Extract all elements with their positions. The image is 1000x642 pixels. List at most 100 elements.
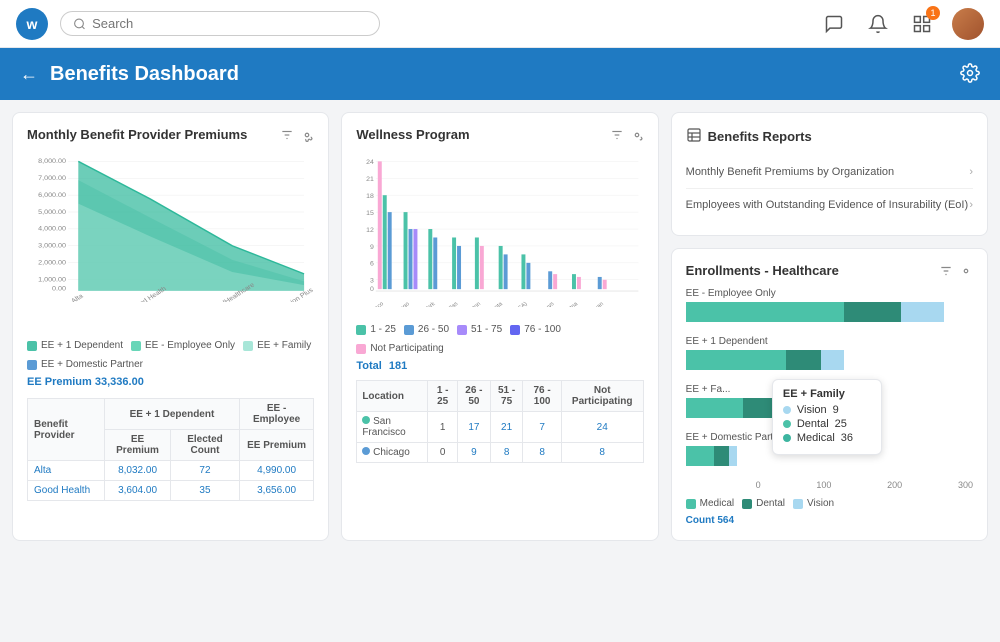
enroll-bar-ee-only: [686, 302, 973, 322]
benefits-reports-card: Benefits Reports Monthly Benefit Premium…: [671, 112, 988, 236]
legend-1-25: 1 - 25: [356, 324, 396, 335]
count-label: Count: [686, 515, 715, 526]
col-1-25: 1 - 25: [428, 381, 458, 412]
enroll-bar-ee1dep: [686, 350, 973, 370]
legend-26-50: 26 - 50: [404, 324, 449, 335]
col-elected: Elected Count: [171, 430, 240, 461]
svg-text:15: 15: [366, 210, 374, 217]
svg-text:Benuys: Benuys: [537, 301, 556, 307]
settings-chart-icon[interactable]: [300, 128, 314, 142]
table-row: Good Health 3,604.00 35 3,656.00: [28, 481, 314, 501]
filter-icon-enroll[interactable]: [939, 264, 953, 278]
reports-list: Monthly Benefit Premiums by Organization…: [686, 156, 973, 221]
tooltip-title: EE + Family: [783, 388, 871, 400]
legend-label-26-50: 26 - 50: [418, 324, 449, 335]
search-input[interactable]: [92, 16, 367, 31]
page-title: Benefits Dashboard: [50, 63, 948, 86]
enroll-seg-dental-1dep: [786, 350, 820, 370]
card-actions[interactable]: [280, 128, 314, 142]
legend-label-76-100: 76 - 100: [524, 324, 561, 335]
wellness-card: Wellness Program 24 21 18 15 12 9 6: [341, 112, 658, 541]
notification-button[interactable]: [864, 10, 892, 38]
legend-label-1-25: 1 - 25: [370, 324, 396, 335]
legend-dot-dental: [742, 499, 752, 509]
workday-logo[interactable]: w: [16, 8, 48, 40]
legend-dot-not-part: [356, 344, 366, 354]
col-ee1dep: EE + 1 Dependent: [105, 399, 240, 430]
svg-text:4,000.00: 4,000.00: [38, 226, 66, 233]
settings-enroll-icon[interactable]: [959, 264, 973, 278]
table-row: Alta 8,032.00 72 4,990.00: [28, 461, 314, 481]
ee-premium-label: EE Premium: [27, 376, 92, 388]
col-51-75: 51 - 75: [490, 381, 523, 412]
enroll-seg-vision-ee: [901, 302, 944, 322]
loc-dot-sf: [362, 416, 370, 424]
svg-text:9: 9: [370, 244, 374, 251]
legend-dot-vision: [793, 499, 803, 509]
benefits-reports-title: Benefits Reports: [686, 127, 973, 146]
top-nav: w 1: [0, 0, 1000, 48]
legend-dot-eedom: [27, 360, 37, 370]
enroll-label-ee-only: EE - Employee Only: [686, 288, 973, 299]
main-content: Monthly Benefit Provider Premiums: [0, 100, 1000, 553]
area-chart-container: 8,000.00 7,000.00 6,000.00 5,000.00 4,00…: [27, 152, 314, 332]
legend-item-ee1dep: EE + 1 Dependent: [27, 340, 123, 351]
tooltip-row-medical: Medical 36: [783, 432, 871, 444]
wellness-card-actions[interactable]: [610, 128, 644, 142]
wellness-bar-chart: 24 21 18 15 12 9 6 3 0: [356, 152, 643, 307]
sf-26-50: 17: [458, 412, 491, 443]
x-label-300: 300: [958, 480, 973, 490]
monthly-premiums-title: Monthly Benefit Provider Premiums: [27, 127, 314, 142]
settings-icon[interactable]: [960, 63, 980, 86]
filter-icon[interactable]: [280, 128, 294, 142]
enrollments-card-actions[interactable]: [939, 264, 973, 278]
goodhealth-ee1-premium: 3,604.00: [105, 481, 171, 501]
chi-not-part: 8: [561, 443, 643, 463]
user-avatar[interactable]: [952, 8, 984, 40]
wellness-table: Location 1 - 25 26 - 50 51 - 75 76 - 100…: [356, 380, 643, 463]
filter-icon-wellness[interactable]: [610, 128, 624, 142]
svg-text:0: 0: [370, 286, 374, 293]
chat-button[interactable]: [820, 10, 848, 38]
ee-premium-value: 33,336.00: [95, 376, 144, 388]
chi-51-75: 8: [490, 443, 523, 463]
legend-dot-76-100: [510, 325, 520, 335]
tooltip-row-vision: Vision 9: [783, 404, 871, 416]
report-item-2[interactable]: Employees with Outstanding Evidence of I…: [686, 189, 973, 221]
x-label-200: 200: [887, 480, 902, 490]
svg-text:6: 6: [370, 261, 374, 268]
loc-sf: San Francisco: [357, 412, 428, 443]
legend-dot-eeonly: [131, 341, 141, 351]
alta-ee-premium: 4,990.00: [239, 461, 313, 481]
provider-alta[interactable]: Alta: [28, 461, 105, 481]
count-value: 564: [717, 515, 734, 526]
legend-dot-medical: [686, 499, 696, 509]
report-item-1[interactable]: Monthly Benefit Premiums by Organization…: [686, 156, 973, 189]
col-not-part: Not Participating: [561, 381, 643, 412]
chevron-right-icon-1: ›: [969, 166, 973, 178]
sf-not-part: 24: [561, 412, 643, 443]
enroll-seg-medical-dom: [686, 446, 715, 466]
search-bar[interactable]: [60, 11, 380, 36]
svg-text:8,000.00: 8,000.00: [38, 158, 66, 165]
enroll-label-ee1dep: EE + 1 Dependent: [686, 336, 973, 347]
wellness-total-value: 181: [389, 360, 407, 372]
loc-dot-chicago: [362, 447, 370, 455]
settings-wellness-icon[interactable]: [630, 128, 644, 142]
back-button[interactable]: ←: [20, 64, 38, 85]
wellness-total-label: Total: [356, 360, 381, 372]
legend-dental: Dental: [742, 498, 785, 509]
tooltip-value-medical: 36: [841, 432, 853, 444]
table-row: Chicago 0 9 8 8 8: [357, 443, 643, 463]
tooltip-dot-medical: [783, 434, 791, 442]
enrollments-card: Enrollments - Healthcare EE - Employee O…: [671, 248, 988, 541]
alta-ee1-premium: 8,032.00: [105, 461, 171, 481]
chi-76-100: 8: [523, 443, 561, 463]
svg-text:21: 21: [366, 176, 374, 183]
wellness-title: Wellness Program: [356, 127, 643, 142]
legend-not-participating: Not Participating: [356, 343, 443, 354]
tooltip-dot-vision: [783, 406, 791, 414]
provider-goodhealth[interactable]: Good Health: [28, 481, 105, 501]
legend-76-100: 76 - 100: [510, 324, 561, 335]
apps-button[interactable]: 1: [908, 10, 936, 38]
